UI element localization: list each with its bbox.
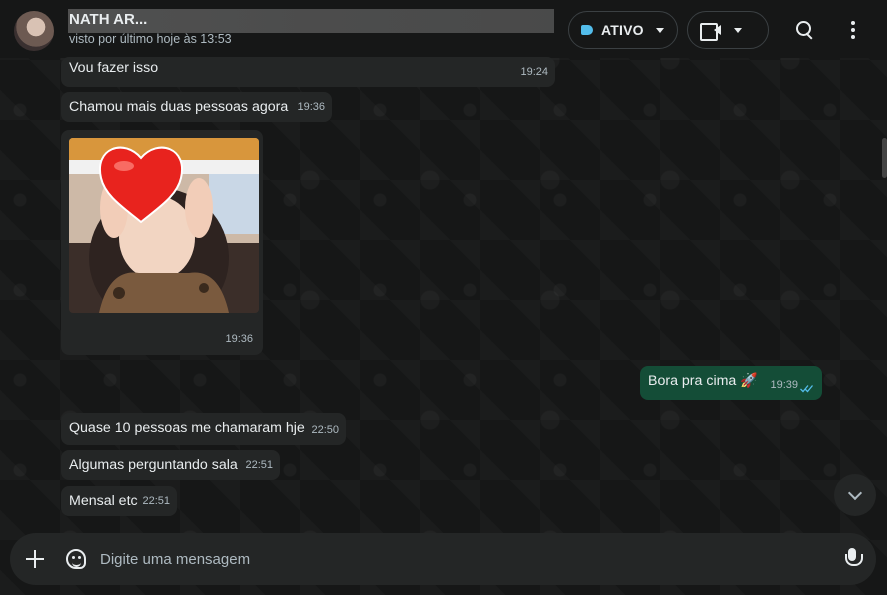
contact-name[interactable]: NATH AR... xyxy=(68,9,554,33)
more-options-icon xyxy=(851,21,855,39)
message-text: Vou fazer isso xyxy=(69,60,159,76)
video-call-button[interactable] xyxy=(687,11,769,49)
photo-illustration xyxy=(69,138,259,313)
message-time: 19:24 xyxy=(520,66,548,78)
message-text: Quase 10 pessoas me chamaram hje xyxy=(69,420,305,436)
label-text: ATIVO xyxy=(601,22,644,38)
microphone-icon[interactable] xyxy=(845,548,863,570)
message-time: 19:36 xyxy=(297,101,325,113)
message-time: 22:50 xyxy=(311,424,339,436)
message-time: 19:36 xyxy=(225,333,253,345)
message-text: Chamou mais duas pessoas agora xyxy=(69,99,289,115)
message-time: 22:51 xyxy=(142,495,170,507)
message-bubble-incoming[interactable]: Algumas perguntando sala 22:51 xyxy=(61,450,280,480)
label-dropdown-button[interactable]: ATIVO xyxy=(568,11,678,49)
photo-thumbnail[interactable] xyxy=(69,138,259,313)
video-call-icon xyxy=(700,23,722,41)
message-bubble-incoming[interactable]: Mensal etc 22:51 xyxy=(61,486,177,516)
sticker-icon[interactable] xyxy=(66,549,86,569)
message-text: Algumas perguntando sala xyxy=(69,457,238,473)
message-time: 19:39 xyxy=(770,379,798,391)
more-options-button[interactable] xyxy=(835,12,871,48)
caret-down-icon xyxy=(734,27,742,33)
search-icon xyxy=(795,20,815,40)
image-message-bubble[interactable]: 19:36 xyxy=(61,130,263,355)
message-text: Mensal etc xyxy=(69,493,138,509)
message-bubble-outgoing[interactable]: Bora pra cima 🚀 19:39 xyxy=(640,366,822,400)
search-button[interactable] xyxy=(787,12,823,48)
message-bubble-incoming[interactable]: Vou fazer isso 19:24 xyxy=(61,57,555,87)
chat-scrollbar[interactable] xyxy=(882,138,887,178)
contact-name-text: NATH AR... xyxy=(69,11,148,28)
chevron-down-icon xyxy=(847,485,863,500)
last-seen-status: visto por último hoje às 13:53 xyxy=(69,32,232,46)
label-icon xyxy=(581,25,593,35)
caret-down-icon xyxy=(655,27,664,33)
message-bubble-incoming[interactable]: Quase 10 pessoas me chamaram hje 22:50 xyxy=(61,413,346,445)
message-input[interactable] xyxy=(100,547,800,571)
read-receipt-icon xyxy=(800,385,813,393)
plus-icon[interactable] xyxy=(26,550,44,568)
message-composer xyxy=(10,533,876,585)
message-text: Bora pra cima 🚀 xyxy=(648,373,758,389)
chat-header: NATH AR... visto por último hoje às 13:5… xyxy=(0,0,887,58)
message-time: 22:51 xyxy=(245,459,273,471)
contact-avatar[interactable] xyxy=(14,11,54,51)
scroll-to-bottom-button[interactable] xyxy=(834,474,876,516)
message-bubble-incoming[interactable]: Chamou mais duas pessoas agora 19:36 xyxy=(61,92,332,122)
